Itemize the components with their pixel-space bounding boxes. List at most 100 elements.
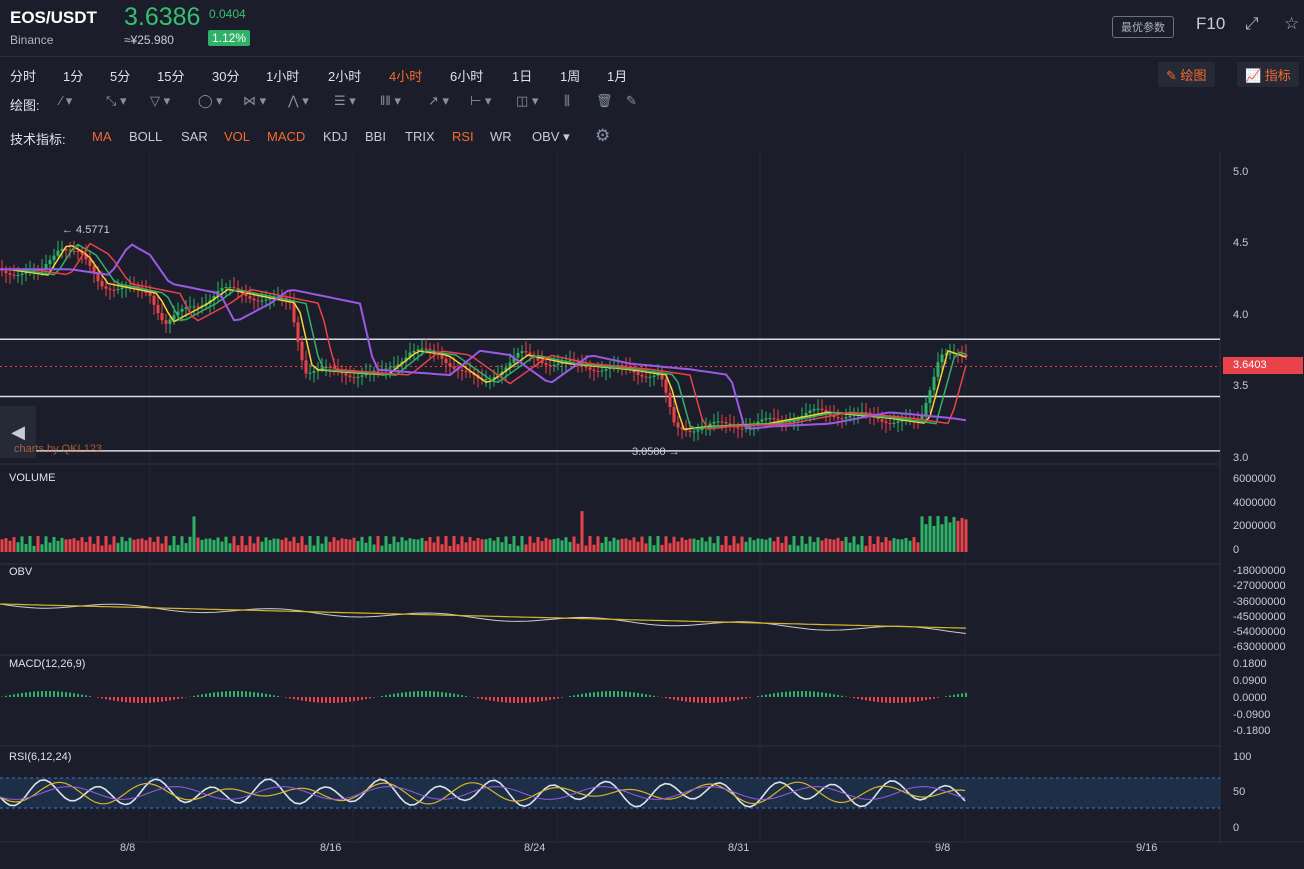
volume-bar xyxy=(900,539,904,552)
volume-bar xyxy=(304,544,308,552)
f10-button[interactable]: F10 xyxy=(1196,14,1225,34)
note-tool-icon[interactable]: ◫ ▾ xyxy=(516,93,538,109)
tf-tick[interactable]: 分时 xyxy=(10,66,36,85)
pencil-icon[interactable]: ✎ xyxy=(626,93,637,109)
macd-hist-bar xyxy=(737,697,739,701)
candle-body xyxy=(76,250,80,252)
fib-tool-icon[interactable]: ☰ ▾ xyxy=(334,93,356,109)
macd-hist-bar xyxy=(245,691,247,697)
candle-body xyxy=(592,369,596,372)
tf-15m[interactable]: 15分 xyxy=(157,66,184,85)
volume-bar xyxy=(612,537,616,552)
last-price: 3.6386 xyxy=(124,3,201,31)
macd-hist-bar xyxy=(769,693,771,697)
macd-hist-bar xyxy=(881,697,883,703)
ind-rsi[interactable]: RSI xyxy=(452,129,474,144)
macd-hist-bar xyxy=(777,692,779,697)
volume-bar xyxy=(780,542,784,552)
favorite-star-icon[interactable]: ☆ xyxy=(1284,14,1299,34)
tf-1w[interactable]: 1周 xyxy=(560,66,580,85)
ind-vol[interactable]: VOL xyxy=(224,129,250,144)
candle-body xyxy=(168,319,172,324)
volume-bar xyxy=(372,544,376,552)
draw-button[interactable]: ✎ 绘图 xyxy=(1158,62,1215,87)
volume-bar xyxy=(936,516,940,552)
tf-1m[interactable]: 1分 xyxy=(63,66,83,85)
macd-hist-bar xyxy=(573,695,575,697)
volume-bar xyxy=(788,544,792,552)
trash-icon[interactable]: 🗑 xyxy=(596,93,613,109)
volume-bar xyxy=(684,539,688,552)
macd-hist-bar xyxy=(885,697,887,703)
macd-hist-bar xyxy=(173,697,175,700)
macd-hist-bar xyxy=(541,697,543,702)
tf-5m[interactable]: 5分 xyxy=(110,66,130,85)
kline-chart[interactable] xyxy=(0,152,1304,869)
candle-body xyxy=(648,376,652,378)
optimal-params-button[interactable]: 最优参数 xyxy=(1112,16,1174,38)
macd-hist-bar xyxy=(589,692,591,697)
ray-tool-icon[interactable]: ⤡ ▾ xyxy=(106,93,127,109)
macd-hist-bar xyxy=(25,692,27,697)
candle-body xyxy=(8,273,12,275)
ind-trix[interactable]: TRIX xyxy=(405,129,435,144)
volume-bar xyxy=(712,543,716,552)
ma-line-3 xyxy=(0,242,967,430)
gann-tool-icon[interactable]: ‖‖ ▾ xyxy=(380,93,401,109)
macd-hist-bar xyxy=(289,697,291,699)
shape-tool-icon[interactable]: ◯ ▾ xyxy=(198,93,223,109)
volume-bar xyxy=(192,516,196,552)
macd-hist-bar xyxy=(253,692,255,697)
macd-hist-bar xyxy=(409,691,411,697)
volume-bar xyxy=(516,545,520,552)
tf-2h[interactable]: 2小时 xyxy=(328,66,361,85)
volume-bar xyxy=(916,542,920,552)
candle-body xyxy=(156,304,160,314)
volume-bar xyxy=(300,536,304,552)
macd-hist-bar xyxy=(297,697,299,700)
volume-bar xyxy=(404,540,408,552)
volume-bar xyxy=(64,539,68,552)
ind-bbi[interactable]: BBI xyxy=(365,129,386,144)
gear-icon[interactable]: ⚙ xyxy=(595,126,610,146)
ind-kdj[interactable]: KDJ xyxy=(323,129,348,144)
macd-hist-bar xyxy=(521,697,523,703)
macd-hist-bar xyxy=(677,697,679,701)
tf-1d[interactable]: 1日 xyxy=(512,66,532,85)
expand-icon[interactable]: ⤢ xyxy=(1245,14,1259,34)
channel-tool-icon[interactable]: ▽ ▾ xyxy=(150,93,170,109)
pattern-tool-icon[interactable]: ⋈ ▾ xyxy=(243,93,266,109)
macd-hist-bar xyxy=(89,696,91,697)
volume-bar xyxy=(504,536,508,552)
macd-hist-bar xyxy=(853,697,855,699)
volume-bar xyxy=(112,536,116,552)
pair-name[interactable]: EOS/USDT xyxy=(10,8,97,28)
line-tool-icon[interactable]: ⁄ ▾ xyxy=(60,93,72,109)
tf-1h[interactable]: 1小时 xyxy=(266,66,299,85)
ind-sar[interactable]: SAR xyxy=(181,129,208,144)
rsi-tick: 50 xyxy=(1233,786,1246,798)
indicators-button[interactable]: 📈 指标 xyxy=(1237,62,1299,87)
ind-ma[interactable]: MA xyxy=(92,129,112,144)
wave-tool-icon[interactable]: ⋀ ▾ xyxy=(288,93,309,109)
macd-hist-bar xyxy=(105,697,107,700)
tf-1mo[interactable]: 1月 xyxy=(607,66,627,85)
candle-body xyxy=(808,410,812,413)
ind-macd[interactable]: MACD xyxy=(267,129,305,144)
macd-hist-bar xyxy=(901,697,903,703)
obv-panel-label: OBV xyxy=(9,566,33,578)
bars-tool-icon[interactable]: ⫼ xyxy=(564,93,570,109)
tf-4h[interactable]: 4小时 xyxy=(389,66,422,85)
tf-30m[interactable]: 30分 xyxy=(212,66,239,85)
macd-hist-bar xyxy=(313,697,315,703)
ind-obv-dropdown[interactable]: OBV ▾ xyxy=(532,129,570,145)
arrow-tool-icon[interactable]: ↗ ▾ xyxy=(428,93,449,109)
ind-wr[interactable]: WR xyxy=(490,129,512,144)
ind-boll[interactable]: BOLL xyxy=(129,129,162,144)
macd-hist-bar xyxy=(73,693,75,697)
macd-hist-bar xyxy=(609,691,611,697)
tf-6h[interactable]: 6小时 xyxy=(450,66,483,85)
volume-bar xyxy=(72,538,76,552)
candle-body xyxy=(692,431,696,433)
measure-tool-icon[interactable]: ⊢ ▾ xyxy=(470,93,491,109)
